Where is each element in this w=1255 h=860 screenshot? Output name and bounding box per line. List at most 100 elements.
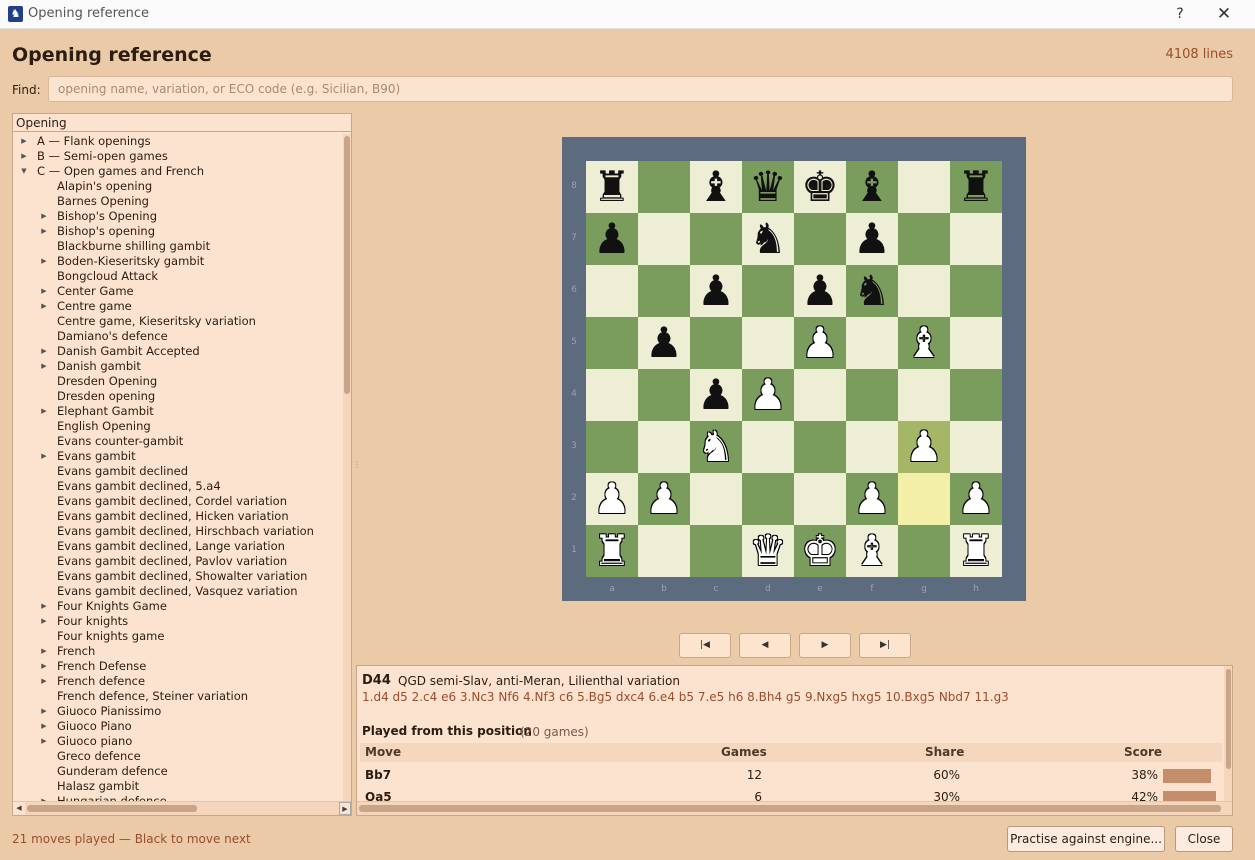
tree-row[interactable]: ▶ Boden-Kieseritsky gambit [13,254,343,269]
square-h5[interactable] [950,317,1002,369]
tree-row[interactable]: Barnes Opening [13,194,343,209]
square-c6[interactable]: ♟ [690,265,742,317]
tree-row[interactable]: Gunderam defence [13,764,343,779]
square-b3[interactable] [638,421,690,473]
find-input[interactable] [48,76,1233,102]
tree-vertical-scroll-thumb[interactable] [344,136,350,394]
tree-row[interactable]: Evans gambit declined, Vasquez variation [13,584,343,599]
close-button[interactable]: Close [1175,826,1233,852]
info-vertical-scroll-thumb[interactable] [1226,669,1231,769]
tree-row[interactable]: Blackburne shilling gambit [13,239,343,254]
square-a8[interactable]: ♜ [586,161,638,213]
tree-column-header[interactable]: Opening [13,114,351,132]
black-bishop-icon[interactable]: ♝ [853,166,891,208]
square-g2[interactable] [898,473,950,525]
expand-arrow-icon[interactable]: ▶ [39,719,49,734]
white-rook-icon[interactable]: ♜ [593,530,631,572]
scroll-left-arrow-icon[interactable]: ◀ [13,802,25,815]
expand-arrow-icon[interactable]: ▶ [39,284,49,299]
tree-row[interactable]: ▶ Center Game [13,284,343,299]
square-e8[interactable]: ♚ [794,161,846,213]
close-window-icon[interactable]: ✕ [1212,3,1236,25]
tree-row[interactable]: ▶ Giuoco piano [13,734,343,749]
tree-row[interactable]: Evans gambit declined, Hicken variation [13,509,343,524]
black-pawn-icon[interactable]: ♟ [593,218,631,260]
tree-row[interactable]: Dresden opening [13,389,343,404]
white-pawn-icon[interactable]: ♟ [593,478,631,520]
expand-arrow-icon[interactable]: ▶ [39,344,49,359]
square-g7[interactable] [898,213,950,265]
expand-arrow-icon[interactable]: ▶ [39,404,49,419]
tree-row[interactable]: ▶ Giuoco Pianissimo [13,704,343,719]
panel-splitter-handle[interactable]: ⋮ [353,460,361,474]
tree-row[interactable]: Evans gambit declined, Cordel variation [13,494,343,509]
tree-row[interactable]: ▶ Four knights [13,614,343,629]
square-h6[interactable] [950,265,1002,317]
square-g4[interactable] [898,369,950,421]
white-pawn-icon[interactable]: ♟ [905,426,943,468]
tree-row[interactable]: Four knights game [13,629,343,644]
white-pawn-icon[interactable]: ♟ [957,478,995,520]
tree-row[interactable]: ▶ Giuoco Piano [13,719,343,734]
collapse-arrow-icon[interactable]: ▼ [19,164,29,179]
black-pawn-icon[interactable]: ♟ [697,374,735,416]
tree-row[interactable]: Evans gambit declined, Pavlov variation [13,554,343,569]
square-c8[interactable]: ♝ [690,161,742,213]
square-d3[interactable] [742,421,794,473]
square-e6[interactable]: ♟ [794,265,846,317]
square-b1[interactable] [638,525,690,577]
square-c4[interactable]: ♟ [690,369,742,421]
first-move-button[interactable]: |◀ [679,633,731,658]
previous-move-button[interactable]: ◀ [739,633,791,658]
square-c7[interactable] [690,213,742,265]
info-vertical-scrollbar[interactable] [1224,666,1232,802]
white-pawn-icon[interactable]: ♟ [645,478,683,520]
chess-board[interactable]: ♜ ♝ ♛ ♚ ♝ ♜ ♟ ♞ ♟ ♟ ♟ ♞ ♟ ♟ ♝ ♟ ♟ ♞ ♟ ♟ ♟ ♟ ♟ ♜ ♛ ♚ ♝ ♜ [586,161,1002,577]
square-c1[interactable] [690,525,742,577]
white-pawn-icon[interactable]: ♟ [853,478,891,520]
square-g8[interactable] [898,161,950,213]
square-g1[interactable] [898,525,950,577]
white-queen-icon[interactable]: ♛ [749,530,787,572]
square-d4[interactable]: ♟ [742,369,794,421]
square-e3[interactable] [794,421,846,473]
expand-arrow-icon[interactable]: ▶ [39,659,49,674]
practise-engine-button[interactable]: Practise against engine... [1007,826,1165,852]
black-queen-icon[interactable]: ♛ [749,166,787,208]
tree-row[interactable]: Bongcloud Attack [13,269,343,284]
white-bishop-icon[interactable]: ♝ [905,322,943,364]
black-pawn-icon[interactable]: ♟ [697,270,735,312]
expand-arrow-icon[interactable]: ▶ [39,614,49,629]
square-h2[interactable]: ♟ [950,473,1002,525]
tree-row[interactable]: ▶ Bishop's Opening [13,209,343,224]
square-h3[interactable] [950,421,1002,473]
tree-row[interactable]: ▶ French [13,644,343,659]
white-pawn-icon[interactable]: ♟ [749,374,787,416]
info-horizontal-scroll-thumb[interactable] [359,805,1221,812]
tree-row[interactable]: ▶ A — Flank openings [13,134,343,149]
expand-arrow-icon[interactable]: ▶ [39,359,49,374]
tree-row[interactable]: Evans gambit declined [13,464,343,479]
help-button[interactable]: ? [1170,3,1190,25]
white-rook-icon[interactable]: ♜ [957,530,995,572]
expand-arrow-icon[interactable]: ▶ [39,674,49,689]
white-knight-icon[interactable]: ♞ [697,426,735,468]
square-c3[interactable]: ♞ [690,421,742,473]
square-g6[interactable] [898,265,950,317]
expand-arrow-icon[interactable]: ▶ [39,449,49,464]
tree-row[interactable]: ▶ Bishop's opening [13,224,343,239]
tree-row[interactable]: Alapin's opening [13,179,343,194]
square-b4[interactable] [638,369,690,421]
square-g3[interactable]: ♟ [898,421,950,473]
tree-row[interactable]: ▶ French defence [13,674,343,689]
black-pawn-icon[interactable]: ♟ [853,218,891,260]
black-pawn-icon[interactable]: ♟ [645,322,683,364]
square-f7[interactable]: ♟ [846,213,898,265]
square-e7[interactable] [794,213,846,265]
tree-row[interactable]: ▶ Danish Gambit Accepted [13,344,343,359]
square-b5[interactable]: ♟ [638,317,690,369]
expand-arrow-icon[interactable]: ▶ [19,149,29,164]
tree-row[interactable]: ▶ B — Semi-open games [13,149,343,164]
expand-arrow-icon[interactable]: ▶ [39,254,49,269]
square-d1[interactable]: ♛ [742,525,794,577]
